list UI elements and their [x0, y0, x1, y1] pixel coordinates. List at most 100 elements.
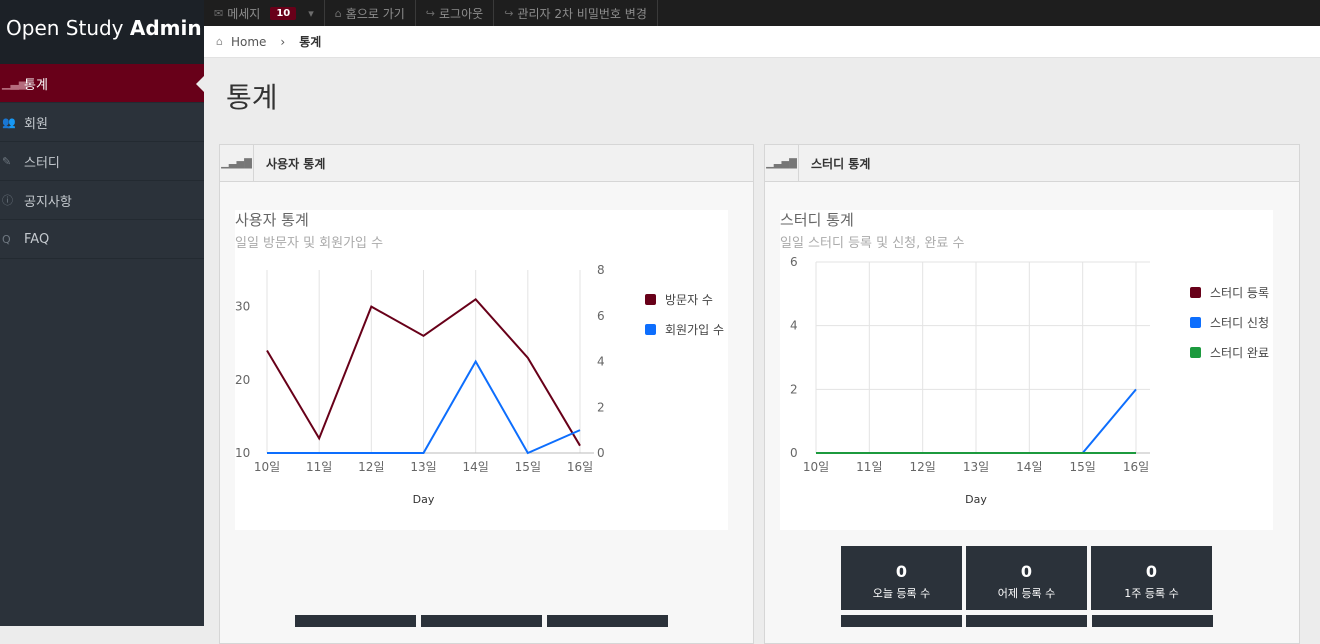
y2-tick-label: 8	[597, 263, 605, 277]
bar-signal-icon: ▁▃▅▇	[765, 144, 799, 182]
home-link[interactable]: ⌂ 홈으로 가기	[325, 0, 416, 26]
bar-signal-icon: ▁▃▅▇	[220, 144, 254, 182]
legend-label: 스터디 완료	[1210, 346, 1269, 360]
stat-label: 1주 등록 수	[1124, 587, 1179, 600]
x-tick-label: 14일	[463, 460, 489, 474]
stat-tile	[421, 615, 542, 627]
stat-tile	[547, 615, 668, 627]
study-stats-panel: ▁▃▅▇ 스터디 통계 스터디 통계일일 스터디 등록 및 신청, 완료 수 0 2…	[764, 144, 1300, 644]
sidebar-item-label: 회원	[24, 116, 48, 132]
caret-down-icon: ▾	[308, 6, 314, 20]
stat-label: 오늘 등록 수	[872, 587, 931, 600]
home-icon: ⌂	[216, 35, 223, 48]
question-icon: Q	[2, 232, 11, 246]
y-tick-label: 2	[790, 382, 798, 396]
panel-header: ▁▃▅▇ 사용자 통계	[220, 144, 753, 182]
stat-value: 0	[895, 562, 908, 581]
x-tick-label: 14일	[1016, 460, 1042, 474]
y2-tick-label: 0	[597, 446, 605, 460]
sidebar-item-0[interactable]: ▁▃▅ 통계	[0, 64, 204, 103]
user-stats-chart: 사용자 통계일일 방문자 및 회원가입 수 10 20 30 0 2 4 6 8 10일 11일 12…	[235, 211, 724, 506]
x-tick-label: 10일	[254, 460, 280, 474]
stat-tile	[295, 615, 416, 627]
x-tick-label: 12일	[910, 460, 936, 474]
sidebar-item-2[interactable]: ✎ 스터디	[0, 142, 204, 181]
sidebar-item-label: 통계	[24, 77, 48, 93]
x-axis-label: Day	[413, 493, 435, 506]
y2-tick-label: 6	[597, 309, 605, 323]
brand-logo[interactable]: Open Study Admin	[0, 0, 204, 64]
sidebar-item-4[interactable]: Q FAQ	[0, 220, 204, 259]
x-tick-label: 11일	[306, 460, 332, 474]
study-chart-container: 스터디 통계일일 스터디 등록 및 신청, 완료 수 0 2 4 6 10일 11일 12일 1…	[780, 210, 1273, 530]
x-tick-label: 15일	[1070, 460, 1096, 474]
legend-label: 스터디 등록	[1210, 286, 1269, 300]
legend-label: 스터디 신청	[1210, 316, 1269, 330]
stat-tile: 0 어제 등록 수	[966, 546, 1087, 610]
chart-title: 사용자 통계	[235, 211, 309, 229]
legend-swatch	[1190, 317, 1201, 328]
chevron-right-icon: ›	[280, 34, 286, 49]
x-tick-label: 11일	[856, 460, 882, 474]
x-axis-label: Day	[965, 493, 987, 506]
users-icon: 👥	[2, 115, 16, 129]
breadcrumb-current: 통계	[299, 35, 322, 49]
user-chart-container: 사용자 통계 일일 방문자 및 회원가입 수 10 20 30 0 2 4 6 8 10일 11일 12…	[235, 210, 728, 530]
chart-subtitle: 일일 방문자 및 회원가입 수	[235, 236, 383, 251]
x-tick-label: 13일	[410, 460, 436, 474]
change-password-link[interactable]: ↪ 관리자 2차 비밀번호 변경	[494, 0, 658, 26]
pencil-icon: ✎	[2, 154, 12, 168]
messages-button[interactable]: ✉ 메세지 10 ▾	[204, 0, 325, 26]
y-tick-label: 30	[235, 300, 250, 314]
stat-tile	[841, 615, 962, 627]
legend-label: 회원가입 수	[665, 323, 724, 337]
stat-tile	[1092, 615, 1213, 627]
x-tick-label: 16일	[567, 460, 593, 474]
y2-tick-label: 4	[597, 355, 605, 369]
x-tick-label: 16일	[1123, 460, 1149, 474]
chart-subtitle: 일일 스터디 등록 및 신청, 완료 수	[780, 236, 964, 251]
legend-swatch	[645, 324, 656, 335]
stat-tile: 0 오늘 등록 수	[841, 546, 962, 610]
chart-title: 스터디 통계	[780, 211, 854, 229]
legend-label: 방문자 수	[665, 293, 713, 307]
x-tick-label: 10일	[803, 460, 829, 474]
y-tick-label: 4	[790, 319, 798, 333]
breadcrumb-home[interactable]: Home	[231, 35, 266, 49]
y-tick-label: 6	[790, 255, 798, 269]
legend-swatch	[1190, 347, 1201, 358]
y2-tick-label: 2	[597, 400, 605, 414]
stat-tile	[966, 615, 1087, 627]
sidebar-item-label: 공지사항	[24, 194, 72, 210]
stat-value: 0	[1020, 562, 1033, 581]
sidebar-item-1[interactable]: 👥 회원	[0, 103, 204, 142]
panel-title: 스터디 통계	[811, 156, 871, 171]
x-tick-label: 13일	[963, 460, 989, 474]
breadcrumb: ⌂ Home › 통계	[204, 26, 1320, 58]
share-arrow-icon: ↪	[425, 6, 436, 20]
x-tick-label: 12일	[358, 460, 384, 474]
sidebar-item-3[interactable]: ⓘ 공지사항	[0, 181, 204, 220]
share-arrow-icon: ↪	[504, 6, 514, 20]
info-icon: ⓘ	[2, 194, 13, 207]
stat-value: 0	[1145, 562, 1158, 581]
sidebar-item-label: FAQ	[24, 231, 50, 247]
stat-tile: 0 1주 등록 수	[1091, 546, 1212, 610]
sidebar-item-label: 스터디	[24, 155, 60, 171]
page-title: 통계	[226, 81, 278, 114]
panel-header: ▁▃▅▇ 스터디 통계	[765, 144, 1299, 182]
legend-swatch	[645, 294, 656, 305]
x-tick-label: 15일	[515, 460, 541, 474]
y-tick-label: 20	[235, 373, 250, 387]
study-stats-chart: 스터디 통계일일 스터디 등록 및 신청, 완료 수 0 2 4 6 10일 11일 12일 1…	[780, 211, 1269, 506]
logout-link[interactable]: ↪ 로그아웃	[416, 0, 495, 26]
user-stats-panel: ▁▃▅▇ 사용자 통계 사용자 통계 일일 방문자 및 회원가입 수 10 20 30 0…	[219, 144, 754, 644]
y-tick-label: 0	[790, 446, 798, 460]
sidebar: Open Study Admin ▁▃▅ 통계 👥 회원 ✎ 스터디 ⓘ 공지사항 Q FAQ	[0, 0, 204, 626]
envelope-icon: ✉	[214, 6, 224, 20]
home-icon: ⌂	[334, 6, 342, 20]
top-bar: ✉ 메세지 10 ▾ ⌂ 홈으로 가기 ↪ 로그아웃 ↪ 관리자 2차 비밀번호…	[204, 0, 1320, 26]
panel-title: 사용자 통계	[266, 156, 326, 171]
bar-signal-icon: ▁▃▅	[2, 76, 28, 90]
stat-label: 어제 등록 수	[997, 587, 1056, 600]
